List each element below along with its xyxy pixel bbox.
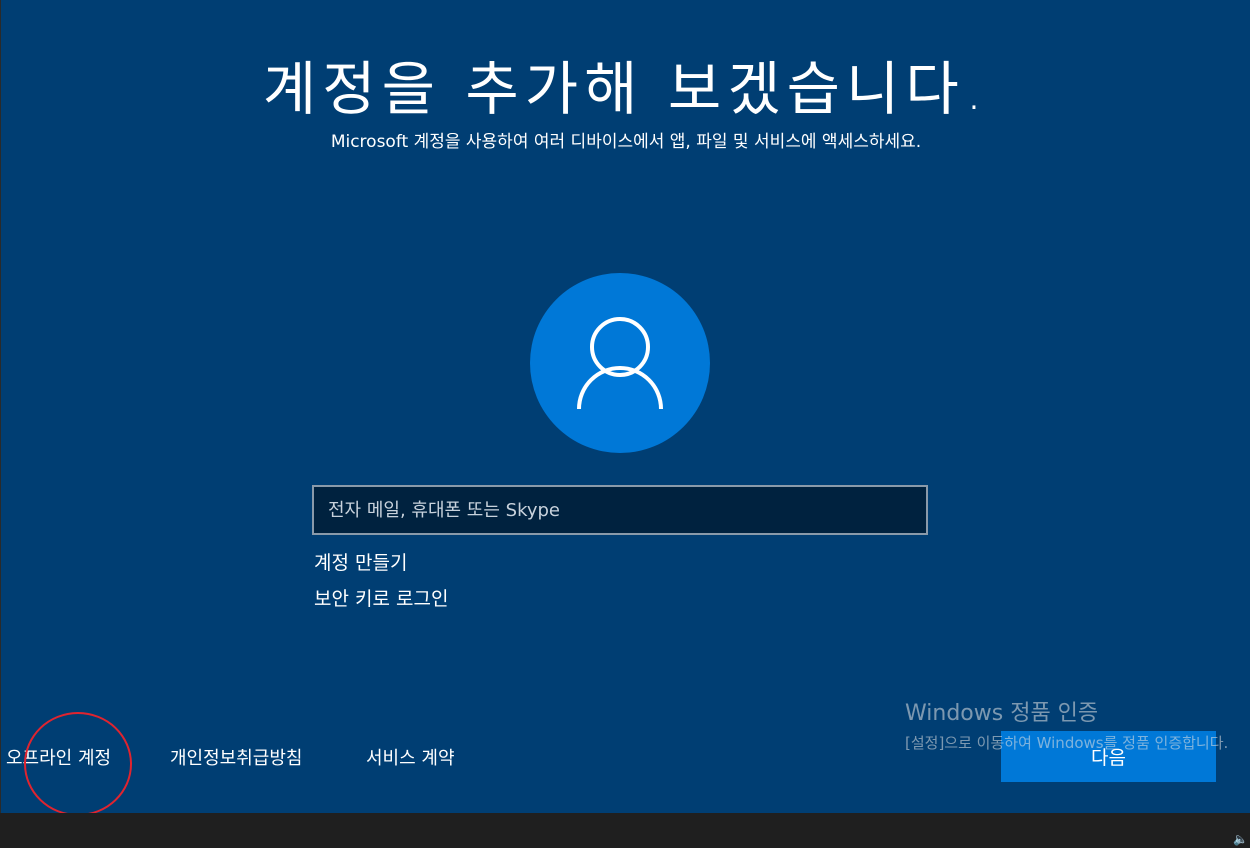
page-subtitle: Microsoft 계정을 사용하여 여러 디바이스에서 앱, 파일 및 서비스… — [330, 132, 922, 152]
next-button[interactable]: 다음 — [1001, 731, 1216, 782]
page-title: 계정을 추가해 보겠습니다. — [262, 55, 990, 123]
person-icon — [577, 317, 663, 410]
email-field[interactable] — [312, 485, 928, 535]
watermark-title: Windows 정품 인증 — [905, 701, 1099, 726]
privacy-policy-link[interactable]: 개인정보취급방침 — [170, 744, 302, 770]
service-agreement-link[interactable]: 서비스 계약 — [366, 744, 455, 770]
security-key-sign-in-link[interactable]: 보안 키로 로그인 — [314, 584, 448, 611]
oobe-screen: 계정을 추가해 보겠습니다. Microsoft 계정을 사용하여 여러 디바이… — [0, 0, 1250, 816]
avatar — [530, 273, 710, 453]
taskbar: 🔈 — [0, 813, 1250, 848]
volume-icon[interactable]: 🔈 — [1233, 832, 1248, 846]
offline-account-link[interactable]: 오프라인 계정 — [6, 744, 111, 770]
create-account-link[interactable]: 계정 만들기 — [314, 548, 407, 575]
